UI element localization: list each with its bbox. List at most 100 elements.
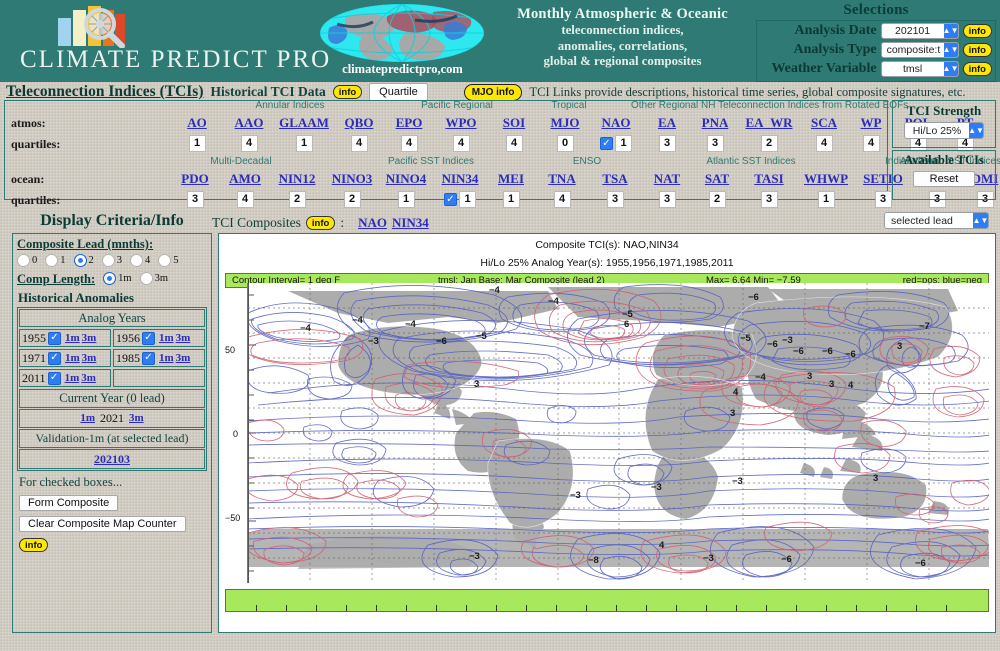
analysis-date-select[interactable]: 202101 ▲▼: [880, 23, 959, 39]
analog-2011-link-3m[interactable]: 3m: [81, 372, 96, 384]
analysis-type-info-button[interactable]: info: [962, 43, 992, 57]
quartile-aao[interactable]: 4: [240, 135, 258, 152]
quartile-mjo[interactable]: 0: [556, 135, 574, 152]
weather-variable-select[interactable]: tmsl ▲▼: [880, 61, 959, 77]
radio-complength-3m[interactable]: [139, 272, 153, 285]
quartile-sat[interactable]: 2: [708, 191, 726, 208]
checkbox-analog-1971[interactable]: ✓: [48, 351, 61, 365]
tci-link-ea[interactable]: EA: [647, 115, 687, 131]
tci-link-nino3[interactable]: NINO3: [323, 171, 381, 187]
quartile-sca[interactable]: 4: [815, 135, 833, 152]
tci-link-pna[interactable]: PNA: [693, 115, 737, 131]
tci-link-tasi[interactable]: TASI: [745, 171, 793, 187]
form-composite-button[interactable]: Form Composite: [19, 495, 119, 511]
tci-link-soi[interactable]: SOI: [493, 115, 535, 131]
radio-lead-5[interactable]: [158, 254, 172, 267]
weather-variable-info-button[interactable]: info: [962, 62, 992, 76]
analog-1971-link-3m[interactable]: 3m: [82, 352, 97, 364]
tci-link-nao[interactable]: NAO: [593, 115, 639, 131]
tci-link-sat[interactable]: SAT: [695, 171, 739, 187]
tci-link-nat[interactable]: NAT: [645, 171, 689, 187]
tci-info-button[interactable]: info: [332, 85, 363, 99]
analog-1971-link-1m[interactable]: 1m: [65, 352, 80, 364]
quartile-setio[interactable]: 3: [874, 191, 892, 208]
checkbox-nao[interactable]: ✓: [600, 137, 613, 150]
tci-link-tna[interactable]: TNA: [539, 171, 585, 187]
tci-link-nin12[interactable]: NIN12: [269, 171, 325, 187]
quartile-glaam[interactable]: 1: [295, 135, 313, 152]
tci-link-tsa[interactable]: TSA: [593, 171, 637, 187]
tci-strength-select[interactable]: Hi/Lo 25% ▲▼: [904, 122, 984, 139]
quartile-whwp[interactable]: 1: [817, 191, 835, 208]
tci-link-aao[interactable]: AAO: [227, 115, 271, 131]
quartile-nao[interactable]: 1: [615, 135, 632, 152]
analog-1985-link-3m[interactable]: 3m: [176, 352, 191, 364]
quartile-amo[interactable]: 4: [236, 191, 254, 208]
tci-link-wpo[interactable]: WPO: [437, 115, 485, 131]
tci-link-epo[interactable]: EPO: [387, 115, 431, 131]
mjo-info-button[interactable]: MJO info: [463, 83, 523, 101]
analog-1956-link-3m[interactable]: 3m: [176, 332, 191, 344]
quartile-tsa[interactable]: 3: [606, 191, 624, 208]
checkbox-analog-1985[interactable]: ✓: [142, 351, 155, 365]
quartile-pdo[interactable]: 3: [186, 191, 204, 208]
tci-link-qbo[interactable]: QBO: [335, 115, 383, 131]
analysis-type-select[interactable]: composite:t ▲▼: [880, 42, 959, 58]
tci-link-whwp[interactable]: WHWP: [797, 171, 855, 187]
lead-select[interactable]: selected lead ▲▼: [884, 212, 989, 229]
radio-lead-1[interactable]: [45, 254, 59, 267]
quartile-pna[interactable]: 3: [706, 135, 724, 152]
tci-link-sca[interactable]: SCA: [801, 115, 847, 131]
quartile-ao[interactable]: 1: [188, 135, 206, 152]
radio-lead-4[interactable]: [130, 254, 143, 267]
quartile-nino4[interactable]: 1: [397, 191, 415, 208]
tci-link-mei[interactable]: MEI: [489, 171, 533, 187]
quartile-ea-wr[interactable]: 2: [760, 135, 778, 152]
tci-link-amo[interactable]: AMO: [221, 171, 269, 187]
quartile-qbo[interactable]: 4: [350, 135, 368, 152]
tci-link-pdo[interactable]: PDO: [171, 171, 219, 187]
quartile-button[interactable]: Quartile: [369, 83, 428, 101]
radio-lead-0[interactable]: [17, 254, 30, 267]
analog-1956-link-1m[interactable]: 1m: [159, 332, 174, 344]
tci-link-nino4[interactable]: NINO4: [377, 171, 435, 187]
analog-1985-link-1m[interactable]: 1m: [159, 352, 174, 364]
quartile-soi[interactable]: 4: [505, 135, 523, 152]
tci-link-ea-wr[interactable]: EA_WR: [739, 115, 799, 131]
tci-link-mjo[interactable]: MJO: [543, 115, 587, 131]
radio-lead-2[interactable]: [73, 254, 87, 267]
checkbox-analog-2011[interactable]: ✓: [47, 371, 61, 385]
checkbox-analog-1956[interactable]: ✓: [142, 331, 155, 345]
composite-link-nin34[interactable]: NIN34: [392, 215, 429, 231]
clear-composite-map-counter-button[interactable]: Clear Composite Map Counter: [19, 516, 186, 532]
quartile-tasi[interactable]: 3: [760, 191, 778, 208]
quartile-ea[interactable]: 3: [658, 135, 676, 152]
quartile-nino3[interactable]: 2: [343, 191, 361, 208]
tci-link-glaam[interactable]: GLAAM: [273, 115, 335, 131]
quartile-epo[interactable]: 4: [400, 135, 418, 152]
quartile-wp[interactable]: 4: [862, 135, 880, 152]
validation-link[interactable]: 202103: [94, 452, 130, 466]
quartile-nin34[interactable]: 1: [459, 191, 476, 208]
analog-1955-link-3m[interactable]: 3m: [82, 332, 97, 344]
quartile-wpo[interactable]: 4: [452, 135, 470, 152]
radio-complength-1m[interactable]: [103, 272, 117, 285]
current-year-link-1m[interactable]: 1m: [80, 410, 95, 427]
analog-1955-link-1m[interactable]: 1m: [65, 332, 80, 344]
radio-lead-3[interactable]: [101, 254, 115, 267]
quartile-mei[interactable]: 1: [502, 191, 520, 208]
analog-2011-link-1m[interactable]: 1m: [65, 372, 80, 384]
quartile-nin12[interactable]: 2: [288, 191, 306, 208]
reset-button[interactable]: Reset: [912, 171, 976, 187]
checkbox-nin34[interactable]: ✓: [444, 193, 457, 206]
composite-link-nao[interactable]: NAO: [358, 215, 387, 231]
tci-composites-info-button[interactable]: info: [305, 216, 336, 230]
tci-link-nin34[interactable]: NIN34: [431, 171, 489, 187]
tci-link-wp[interactable]: WP: [849, 115, 893, 131]
checkbox-analog-1955[interactable]: ✓: [48, 331, 61, 345]
current-year-link-3m[interactable]: 3m: [129, 410, 144, 427]
display-panel-info-button[interactable]: info: [19, 538, 49, 552]
tci-link-ao[interactable]: AO: [175, 115, 219, 131]
quartile-tna[interactable]: 4: [553, 191, 571, 208]
analysis-date-info-button[interactable]: info: [962, 24, 992, 38]
